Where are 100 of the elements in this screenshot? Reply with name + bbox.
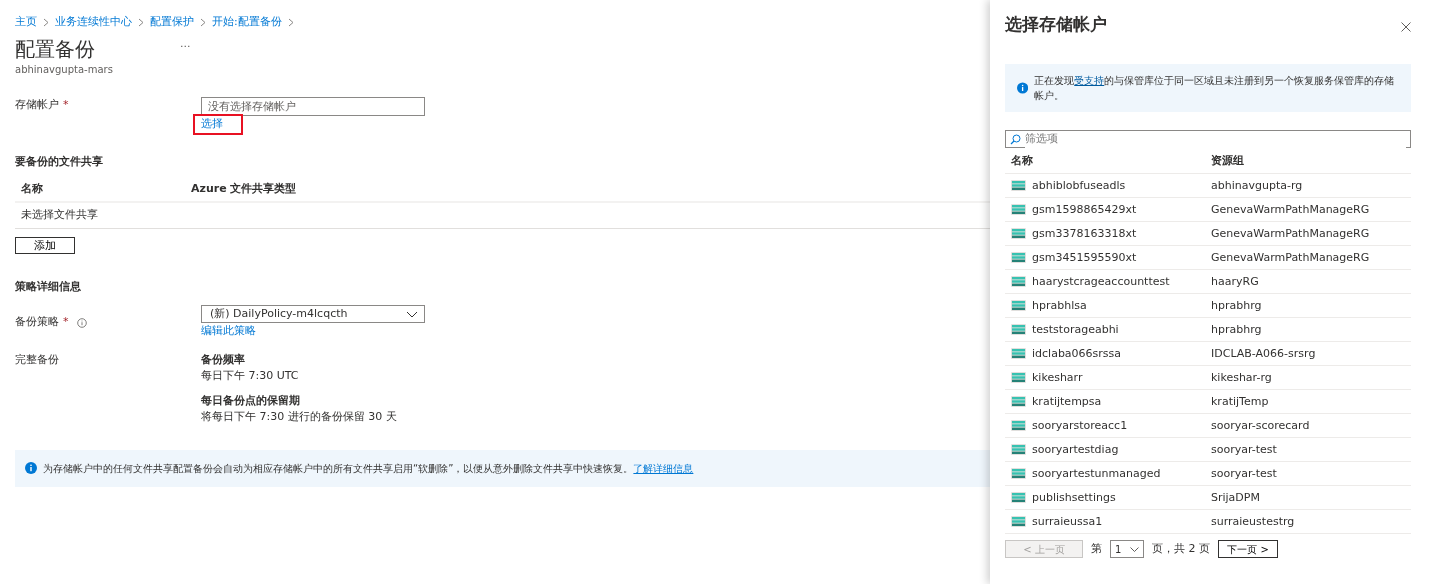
storage-account-row[interactable]: abhiblobfuseadls abhinavgupta-rg <box>1005 174 1411 199</box>
resource-group: IDCLAB-A066-srsrg <box>1211 345 1316 363</box>
storage-icon <box>1011 204 1026 216</box>
resource-group: sooryar-test <box>1211 465 1277 483</box>
account-name: abhiblobfuseadls <box>1032 177 1126 194</box>
section-heading: 策略详细信息 <box>15 280 82 294</box>
account-name: idclaba066srssa <box>1032 345 1122 362</box>
resource-group: GenevaWarmPathManageRG <box>1211 225 1370 243</box>
resource-group: sooryar-test <box>1211 441 1277 459</box>
field-label: 完整备份 <box>15 352 59 366</box>
account-name: hprabhlsa <box>1032 297 1087 314</box>
learn-more-link[interactable]: 了解详细信息 <box>633 462 694 474</box>
resource-group: abhinavgupta-rg <box>1211 177 1303 195</box>
storage-account-row[interactable]: sooryartestunmanaged sooryar-test <box>1005 462 1411 487</box>
add-button[interactable]: 添加 <box>15 236 75 254</box>
page-count-label: 页，共 2 页 <box>1152 541 1210 558</box>
account-name: kratijtempsa <box>1032 393 1102 410</box>
edit-policy-link[interactable]: 编辑此策略 <box>201 324 256 338</box>
storage-account-row[interactable]: kratijtempsa kratijTemp <box>1005 390 1411 415</box>
notice-message: 正在发现受支持的与保管库位于同一区域且未注册到另一个恢复服务保管库的存储帐户。 <box>1034 74 1396 104</box>
account-name: teststorageabhi <box>1032 321 1119 338</box>
page-title: 配置备份 <box>15 36 95 62</box>
info-icon <box>25 462 37 475</box>
chevron-right-icon <box>200 17 206 27</box>
breadcrumb-link[interactable]: 开始:配置备份 <box>212 13 282 31</box>
resource-group: GenevaWarmPathManageRG <box>1211 201 1370 219</box>
field-label: 存储帐户 <box>15 98 59 111</box>
storage-account-row[interactable]: surraieussa1 surraieustestrg <box>1005 510 1411 535</box>
storage-icon <box>1011 180 1026 192</box>
panel-title: 选择存储帐户 <box>1005 14 1107 35</box>
storage-account-row[interactable]: sooryarstoreacc1 sooryar-scorecard <box>1005 414 1411 439</box>
info-icon[interactable] <box>76 317 87 328</box>
storage-icon <box>1011 228 1026 240</box>
account-name: gsm3451595590xt <box>1032 249 1137 266</box>
resource-group: kratijTemp <box>1211 393 1269 411</box>
storage-account-field[interactable]: 没有选择存储帐户 <box>201 97 425 116</box>
storage-icon <box>1011 372 1026 384</box>
field-label: 备份策略 <box>15 314 59 331</box>
page-subtitle: abhinavgupta-mars <box>15 63 114 77</box>
chevron-down-icon <box>1130 546 1139 552</box>
storage-account-row[interactable]: publishsettings SrijaDPM <box>1005 486 1411 511</box>
search-icon <box>1010 133 1021 145</box>
account-name: gsm3378163318xt <box>1032 225 1137 242</box>
policy-dropdown[interactable]: (新) DailyPolicy-m4lcqcth <box>201 305 425 324</box>
storage-account-row[interactable]: hprabhlsa hprabhrg <box>1005 294 1411 319</box>
resource-group: surraieustestrg <box>1211 513 1295 531</box>
storage-icon <box>1011 324 1026 336</box>
info-message: 为存储帐户中的任何文件共享配置备份会自动为相应存储帐户中的所有文件共享启用“软删除”，以便从意外删除文件共享中快速恢复。了解详细信息 <box>43 461 694 476</box>
storage-account-row[interactable]: idclaba066srssa IDCLAB-A066-srsrg <box>1005 342 1411 367</box>
storage-account-row[interactable]: sooryartestdiag sooryar-test <box>1005 438 1411 463</box>
more-button[interactable]: ... <box>180 36 191 53</box>
storage-icon <box>1011 396 1026 408</box>
storage-account-row[interactable]: teststorageabhi hprabhrg <box>1005 318 1411 343</box>
resource-group: sooryar-scorecard <box>1211 417 1310 435</box>
storage-icon <box>1011 492 1026 504</box>
storage-account-row[interactable]: gsm1598865429xt GenevaWarmPathManageRG <box>1005 198 1411 223</box>
detail-text: 将每日下午 7:30 进行的备份保留 30 天 <box>201 409 397 426</box>
breadcrumb-link[interactable]: 主页 <box>15 13 37 31</box>
storage-account-row[interactable]: kikesharr kikeshar-rg <box>1005 366 1411 391</box>
breadcrumb-link[interactable]: 配置保护 <box>150 13 194 31</box>
close-icon[interactable] <box>1401 22 1411 32</box>
storage-icon <box>1011 468 1026 480</box>
detail-title: 每日备份点的保留期 <box>201 392 301 409</box>
account-name: sooryartestunmanaged <box>1032 465 1161 482</box>
resource-group: GenevaWarmPathManageRG <box>1211 249 1370 267</box>
section-heading: 要备份的文件共享 <box>15 154 104 168</box>
account-name: sooryartestdiag <box>1032 441 1119 458</box>
resource-group: haaryRG <box>1211 273 1259 291</box>
chevron-right-icon <box>43 17 49 27</box>
chevron-right-icon <box>287 17 294 27</box>
column-header: 名称 <box>1011 152 1034 169</box>
column-header: 资源组 <box>1211 152 1244 169</box>
storage-icon <box>1011 348 1026 360</box>
resource-group: kikeshar-rg <box>1211 369 1272 387</box>
storage-icon <box>1011 300 1026 312</box>
storage-icon <box>1011 516 1026 528</box>
filter-field[interactable]: 筛选项 <box>1005 130 1411 149</box>
resource-group: hprabhrg <box>1211 297 1262 315</box>
page-label: 第 <box>1091 541 1102 558</box>
account-name: haarystcrageaccounttest <box>1032 273 1170 290</box>
account-name: sooryarstoreacc1 <box>1032 417 1128 434</box>
resource-group: SrijaDPM <box>1211 489 1260 507</box>
account-name: publishsettings <box>1032 489 1116 506</box>
resource-group: hprabhrg <box>1211 321 1262 339</box>
supported-link[interactable]: 受支持 <box>1074 75 1105 87</box>
account-name: kikesharr <box>1032 369 1083 386</box>
storage-account-row[interactable]: gsm3451595590xt GenevaWarmPathManageRG <box>1005 246 1411 271</box>
storage-icon <box>1011 252 1026 264</box>
account-name: gsm1598865429xt <box>1032 201 1137 218</box>
info-icon <box>1017 82 1029 95</box>
select-link[interactable]: 选择 <box>195 116 241 133</box>
chevron-right-icon <box>138 17 144 27</box>
column-header: Azure 文件共享类型 <box>191 180 297 197</box>
breadcrumb-link[interactable]: 业务连续性中心 <box>55 13 132 31</box>
page-dropdown[interactable]: 1 <box>1110 540 1144 559</box>
account-name: surraieussa1 <box>1032 513 1103 530</box>
detail-title: 备份频率 <box>201 351 246 368</box>
storage-account-row[interactable]: haarystcrageaccounttest haaryRG <box>1005 270 1411 295</box>
storage-account-row[interactable]: gsm3378163318xt GenevaWarmPathManageRG <box>1005 222 1411 247</box>
next-page-button[interactable]: 下一页 > <box>1218 540 1278 559</box>
